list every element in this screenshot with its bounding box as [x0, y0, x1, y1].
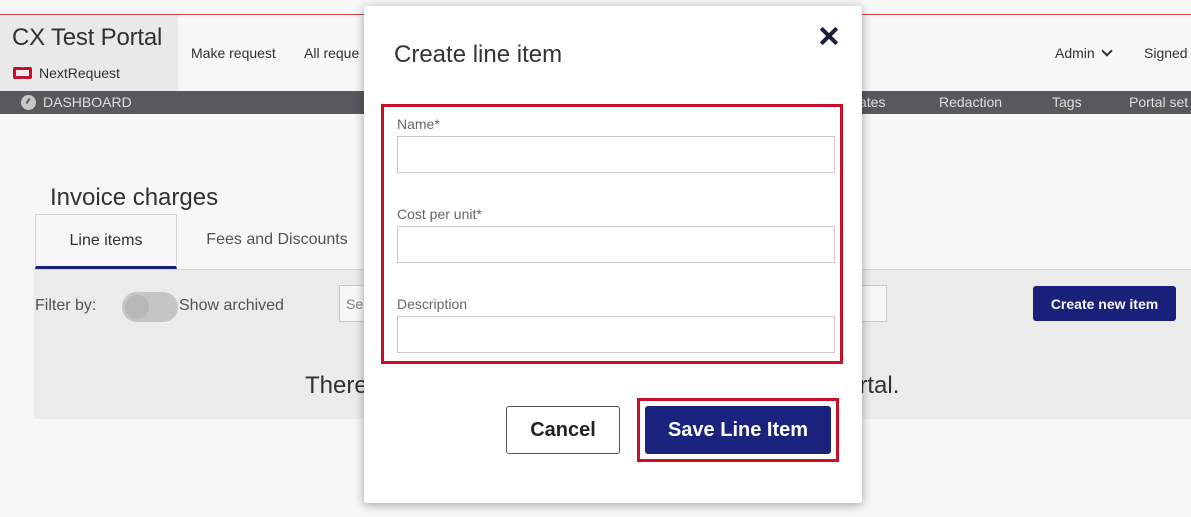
modal-title: Create line item	[394, 41, 563, 68]
description-field[interactable]	[397, 316, 835, 353]
name-field[interactable]	[397, 136, 835, 173]
save-line-item-button[interactable]: Save Line Item	[645, 406, 831, 454]
cost-per-unit-field[interactable]	[397, 226, 835, 263]
name-label: Name*	[397, 116, 440, 132]
close-icon[interactable]	[817, 24, 841, 48]
fields-highlight-box: Name* Cost per unit* Description	[381, 104, 843, 364]
cost-per-unit-label: Cost per unit*	[397, 206, 482, 222]
cancel-button[interactable]: Cancel	[506, 406, 620, 454]
description-label: Description	[397, 296, 468, 312]
create-line-item-modal: Create line item Name* Cost per unit* De…	[364, 6, 862, 503]
